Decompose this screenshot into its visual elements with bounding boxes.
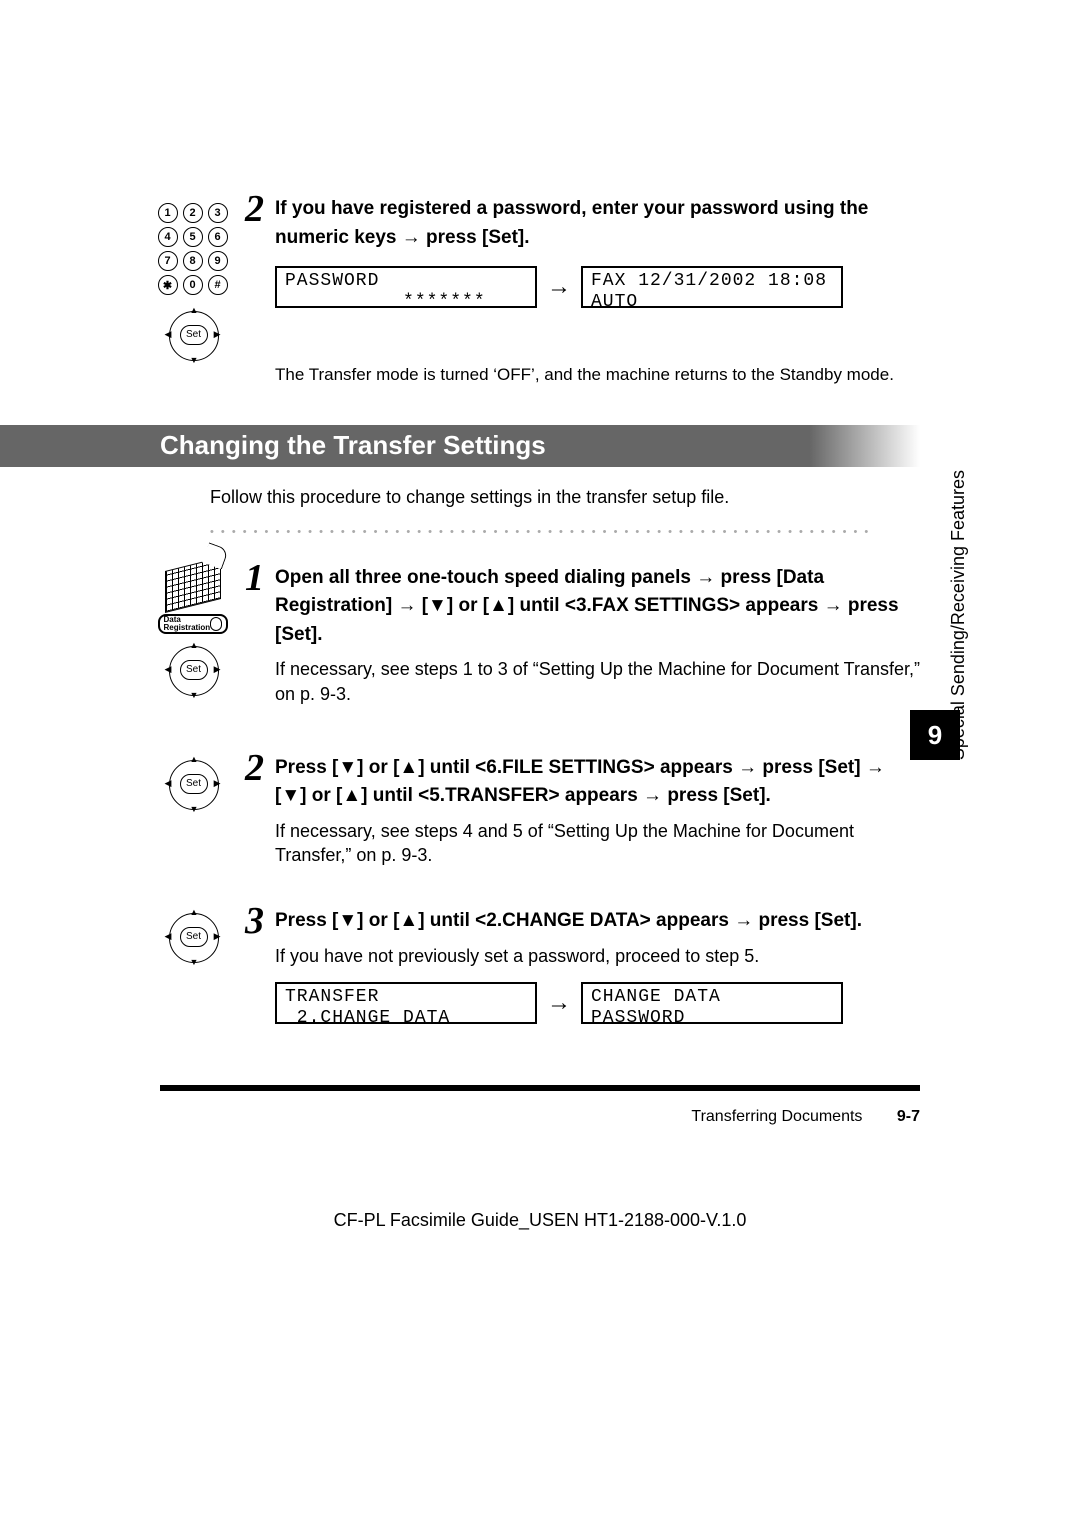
document-id: CF-PL Facsimile Guide_USEN HT1-2188-000-… — [0, 1210, 1080, 1231]
chapter-number-tab: 9 — [910, 710, 960, 760]
keypad-key: 6 — [208, 227, 228, 247]
step-icons: Set ▲ ▼ ◀ ▶ — [145, 754, 240, 814]
page-number: 9-7 — [897, 1108, 920, 1125]
keypad-key: ✱ — [158, 275, 178, 295]
arrow-icon: → — [547, 273, 571, 301]
step-number: 2 — [245, 187, 264, 231]
step-open-panels: Data Registration Set ▲ ▼ ◀ ▶ 1 Open all… — [160, 564, 920, 714]
step-file-settings: Set ▲ ▼ ◀ ▶ 2 Press [▼] or [▲] until <6.… — [160, 754, 920, 868]
dpad-icon: Set ▲ ▼ ◀ ▶ — [163, 305, 223, 365]
data-registration-icon: Data Registration — [158, 614, 228, 634]
lcd-row: PASSWORD ******* → FAX 12/31/2002 18:08 … — [275, 266, 920, 308]
step-heading: Open all three one-touch speed dialing p… — [275, 564, 920, 650]
keypad-key: 9 — [208, 251, 228, 271]
page: 123456789✱0# Set ▲ ▼ ◀ ▶ 2 If you have r… — [0, 0, 1080, 1528]
footer-rule — [160, 1085, 920, 1091]
keypad-key: 0 — [183, 275, 203, 295]
step-password: 123456789✱0# Set ▲ ▼ ◀ ▶ 2 If you have r… — [160, 195, 920, 345]
content-area: 123456789✱0# Set ▲ ▼ ◀ ▶ 2 If you have r… — [160, 195, 920, 1107]
footer-section: Transferring Documents — [691, 1108, 862, 1125]
divider-dots: • • • • • • • • • • • • • • • • • • • • … — [160, 526, 870, 538]
panel-icon — [165, 557, 221, 613]
lcd-display: CHANGE DATA PASSWORD — [581, 982, 843, 1024]
keypad-key: 8 — [183, 251, 203, 271]
step-icons: Data Registration Set ▲ ▼ ◀ ▶ — [145, 564, 240, 700]
dpad-icon: Set ▲ ▼ ◀ ▶ — [163, 754, 223, 814]
step-change-data: Set ▲ ▼ ◀ ▶ 3 Press [▼] or [▲] until <2.… — [160, 907, 920, 1067]
lcd-display: PASSWORD ******* — [275, 266, 537, 308]
step-icons: Set ▲ ▼ ◀ ▶ — [145, 907, 240, 967]
keypad-key: 7 — [158, 251, 178, 271]
section-heading: Changing the Transfer Settings — [0, 425, 920, 467]
section-intro: Follow this procedure to change settings… — [160, 487, 920, 508]
step-body: If necessary, see steps 4 and 5 of “Sett… — [275, 819, 920, 868]
step-heading: Press [▼] or [▲] until <6.FILE SETTINGS>… — [275, 754, 920, 811]
step-heading: Press [▼] or [▲] until <2.CHANGE DATA> a… — [275, 907, 920, 936]
keypad-key: 5 — [183, 227, 203, 247]
lcd-row: TRANSFER 2.CHANGE DATA → CHANGE DATA PAS… — [275, 982, 920, 1024]
lcd-display: TRANSFER 2.CHANGE DATA — [275, 982, 537, 1024]
footer: Transferring Documents 9-7 — [160, 1108, 920, 1126]
keypad-key: 3 — [208, 203, 228, 223]
keypad-icon: 123 456 789 ✱0# Set ▲ ▼ ◀ ▶ — [145, 203, 240, 365]
step-number: 1 — [245, 556, 264, 600]
step-heading: If you have registered a password, enter… — [275, 195, 920, 252]
keypad-key: 4 — [158, 227, 178, 247]
note-text: The Transfer mode is turned ‘OFF’, and t… — [160, 363, 920, 387]
keypad-key: # — [208, 275, 228, 295]
keypad-key: 1 — [158, 203, 178, 223]
step-number: 2 — [245, 746, 264, 790]
dpad-icon: Set ▲ ▼ ◀ ▶ — [163, 907, 223, 967]
keypad-key: 2 — [183, 203, 203, 223]
step-number: 3 — [245, 899, 264, 943]
dpad-icon: Set ▲ ▼ ◀ ▶ — [163, 640, 223, 700]
step-body: If necessary, see steps 1 to 3 of “Setti… — [275, 657, 920, 706]
arrow-icon: → — [547, 989, 571, 1017]
lcd-display: FAX 12/31/2002 18:08 AUTO — [581, 266, 843, 308]
step-body: If you have not previously set a passwor… — [275, 944, 920, 968]
